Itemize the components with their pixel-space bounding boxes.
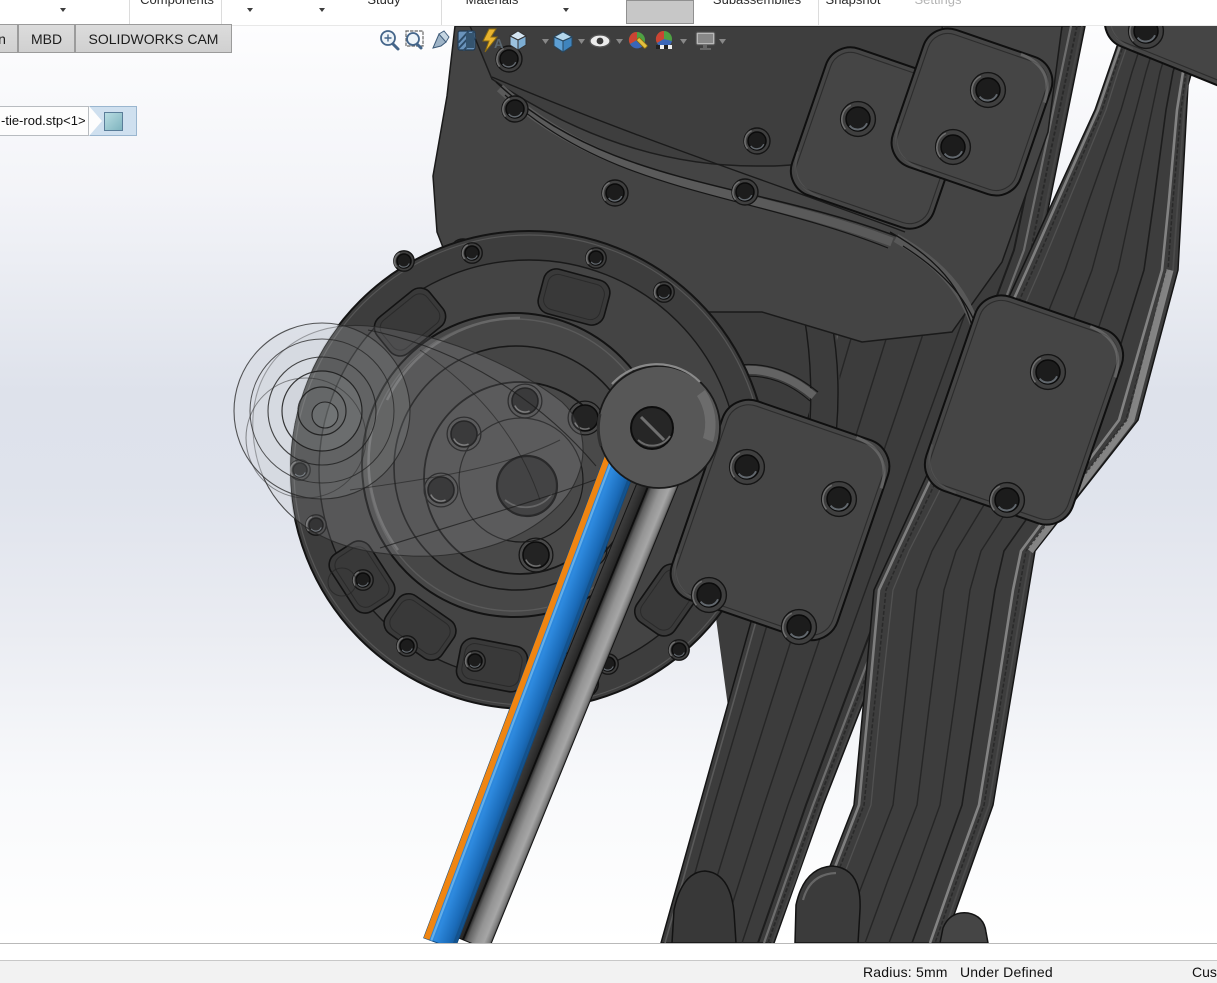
svg-text:A: A bbox=[494, 36, 504, 51]
